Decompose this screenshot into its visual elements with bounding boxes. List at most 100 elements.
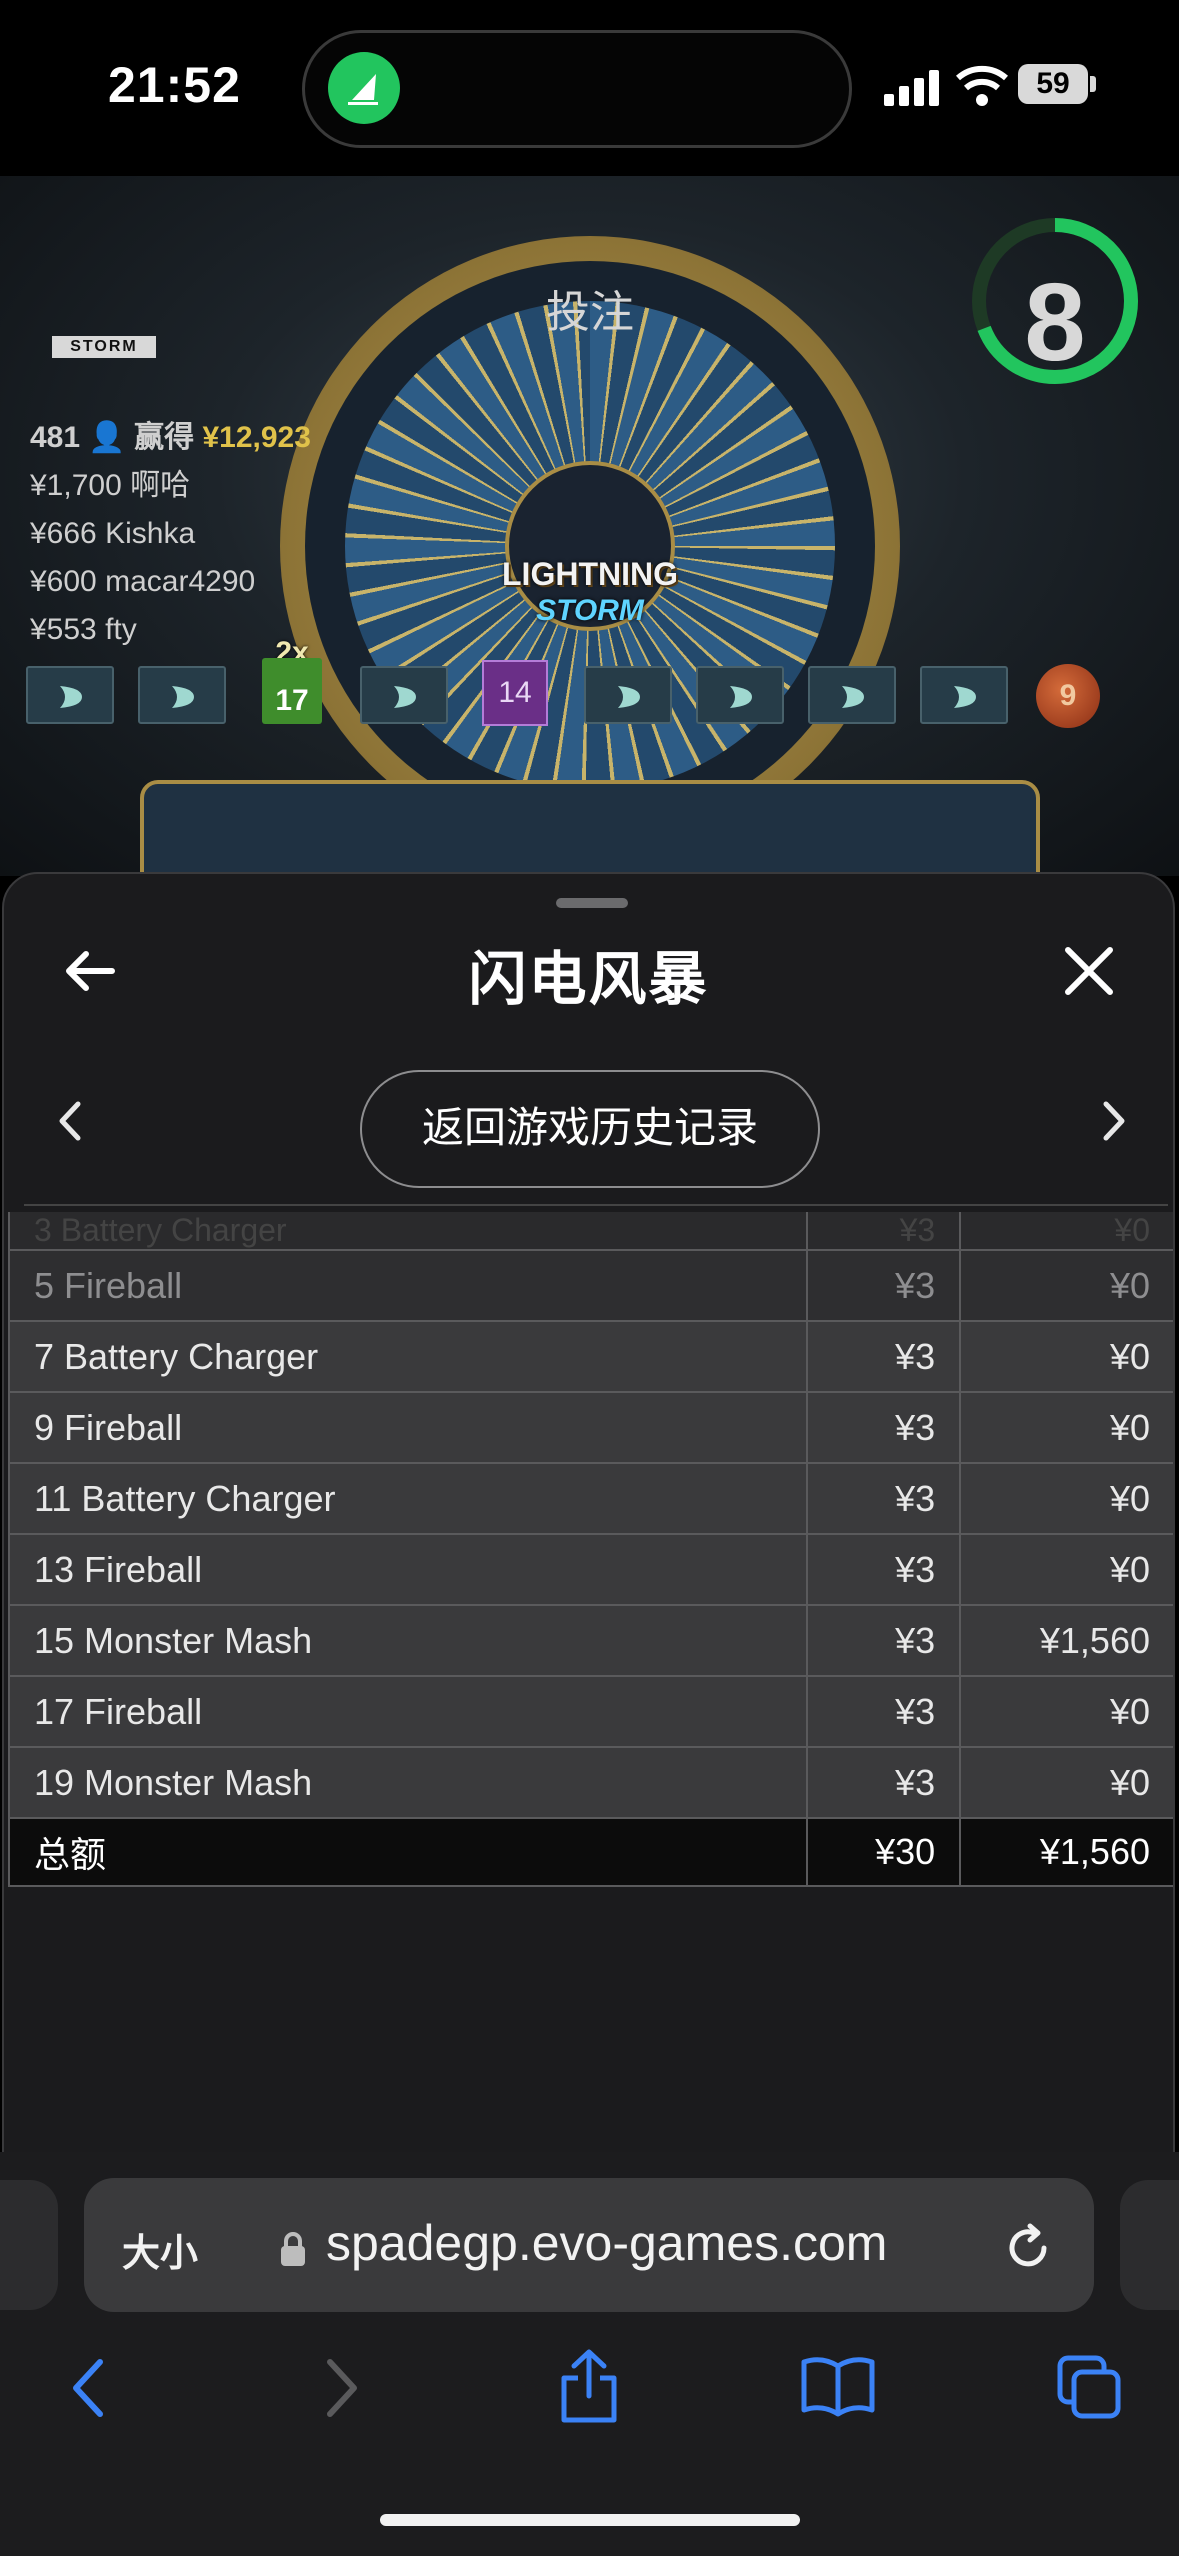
history-ball: 9	[1036, 664, 1100, 728]
wifi-icon	[956, 64, 1008, 113]
bet-row: 15 Monster Mash ¥3 ¥1,560	[8, 1604, 1173, 1677]
bet-name: 7 Battery Charger	[8, 1320, 808, 1393]
game-logo-title: LIGHTNING	[502, 556, 678, 592]
next-tab-peek[interactable]	[1120, 2180, 1179, 2310]
win-amount: ¥0	[959, 1212, 1173, 1251]
leaf-icon	[730, 686, 752, 708]
bet-row: 7 Battery Charger ¥3 ¥0	[8, 1320, 1173, 1393]
results-history-strip: 2x 17 14 9	[26, 636, 1126, 728]
total-row: 总额 ¥30 ¥1,560	[8, 1817, 1173, 1887]
winner-row: ¥1,700 啊哈	[30, 469, 191, 502]
url-text[interactable]: spadegp.evo-games.com	[326, 2214, 887, 2272]
total-label: 总额	[8, 1817, 808, 1887]
bet-name: 15 Monster Mash	[8, 1604, 808, 1677]
bet-name: 11 Battery Charger	[8, 1462, 808, 1535]
winners-count: 481	[30, 421, 81, 454]
bet-amount: ¥3	[805, 1675, 962, 1748]
game-logo-subtitle: STORM	[536, 594, 644, 627]
countdown-number: 8	[1024, 261, 1086, 384]
betting-panel[interactable]	[140, 780, 1040, 876]
bet-amount: ¥3	[805, 1249, 962, 1322]
win-amount: ¥1,560	[959, 1604, 1173, 1677]
lock-icon	[278, 2230, 308, 2273]
bet-row: 9 Fireball ¥3 ¥0	[8, 1391, 1173, 1464]
home-indicator[interactable]	[380, 2514, 800, 2526]
previous-tab-peek[interactable]	[0, 2180, 58, 2310]
win-amount: ¥0	[959, 1675, 1173, 1748]
close-icon[interactable]	[1054, 936, 1124, 1006]
game-history-sheet: 闪电风暴 返回游戏历史记录 3 Battery Charger ¥3 ¥0 5 Fir…	[2, 872, 1175, 2172]
tabs-icon[interactable]	[1054, 2352, 1124, 2427]
sheet-divider	[24, 1204, 1168, 1206]
sheet-title: 闪电风暴	[468, 947, 709, 1012]
win-amount: ¥0	[959, 1533, 1173, 1606]
winner-row: ¥600 macar4290	[30, 565, 256, 598]
bet-amount: ¥3	[805, 1604, 962, 1677]
winners-won-label: 赢得	[134, 421, 195, 454]
leaf-icon	[954, 686, 976, 708]
bet-status-label: 投注	[546, 288, 634, 337]
history-leaf-tile	[696, 666, 784, 724]
winner-row: ¥666 Kishka	[30, 517, 196, 550]
bet-row: 11 Battery Charger ¥3 ¥0	[8, 1462, 1173, 1535]
leaf-icon	[842, 686, 864, 708]
bet-name: 19 Monster Mash	[8, 1746, 808, 1819]
reload-icon[interactable]	[1000, 2220, 1056, 2281]
bet-amount: ¥3	[805, 1462, 962, 1535]
bet-row: 17 Fireball ¥3 ¥0	[8, 1675, 1173, 1748]
history-number-tile: 14	[482, 660, 548, 726]
storm-sign: STORM	[52, 336, 156, 358]
bet-row: 3 Battery Charger ¥3 ¥0	[8, 1212, 1173, 1251]
bet-name: 5 Fireball	[8, 1249, 808, 1322]
history-leaf-tile	[26, 666, 114, 724]
chevron-left-icon[interactable]	[50, 1096, 90, 1146]
battery-indicator: 59	[1018, 64, 1088, 104]
share-icon[interactable]	[556, 2346, 622, 2431]
leaf-icon	[60, 686, 82, 708]
return-to-history-button[interactable]: 返回游戏历史记录	[360, 1070, 820, 1188]
bookmarks-icon[interactable]	[800, 2354, 876, 2423]
bet-amount: ¥3	[805, 1746, 962, 1819]
bet-amount: ¥3	[805, 1212, 962, 1251]
status-time: 21:52	[108, 57, 241, 113]
win-amount: ¥0	[959, 1391, 1173, 1464]
leaf-icon	[618, 686, 640, 708]
text-size-button[interactable]: 大小	[122, 2222, 198, 2277]
browser-back-icon[interactable]	[66, 2356, 110, 2425]
history-leaf-tile	[584, 666, 672, 724]
winners-list: 481 👤 赢得 ¥12,923 ¥1,700 啊哈 ¥666 Kishka ¥…	[30, 414, 311, 654]
history-leaf-tile	[360, 666, 448, 724]
total-bet: ¥30	[805, 1817, 962, 1887]
game-stream[interactable]: LIGHTNING STORM 投注 8 STORM 481 👤 赢得 ¥12,…	[0, 176, 1179, 876]
bet-name: 9 Fireball	[8, 1391, 808, 1464]
bet-amount: ¥3	[805, 1391, 962, 1464]
leaf-icon	[394, 686, 416, 708]
leaf-icon	[172, 686, 194, 708]
history-multiplier-number: 17	[262, 658, 322, 724]
person-icon: 👤	[88, 421, 126, 454]
bet-name: 13 Fireball	[8, 1533, 808, 1606]
browser-forward-icon[interactable]	[320, 2356, 364, 2425]
win-amount: ¥0	[959, 1746, 1173, 1819]
winners-header: 481 👤 赢得 ¥12,923	[30, 414, 311, 462]
battery-tip	[1090, 76, 1096, 92]
win-amount: ¥0	[959, 1249, 1173, 1322]
bet-row: 13 Fireball ¥3 ¥0	[8, 1533, 1173, 1606]
bets-table: 3 Battery Charger ¥3 ¥0 5 Fireball ¥3 ¥0 7 Bat…	[8, 1212, 1173, 1887]
cellular-signal-icon	[884, 70, 942, 111]
sheet-grabber[interactable]	[556, 898, 628, 908]
bet-row: 5 Fireball ¥3 ¥0	[8, 1249, 1173, 1322]
win-amount: ¥0	[959, 1462, 1173, 1535]
history-leaf-tile	[920, 666, 1008, 724]
total-win: ¥1,560	[959, 1817, 1173, 1887]
winners-total: ¥12,923	[202, 421, 311, 454]
bet-name: 17 Fireball	[8, 1675, 808, 1748]
bet-amount: ¥3	[805, 1320, 962, 1393]
history-leaf-tile	[138, 666, 226, 724]
chevron-right-icon[interactable]	[1094, 1096, 1134, 1146]
bet-amount: ¥3	[805, 1533, 962, 1606]
sailboat-app-icon[interactable]	[328, 52, 400, 124]
history-leaf-tile	[808, 666, 896, 724]
win-amount: ¥0	[959, 1320, 1173, 1393]
bet-row: 19 Monster Mash ¥3 ¥0	[8, 1746, 1173, 1819]
